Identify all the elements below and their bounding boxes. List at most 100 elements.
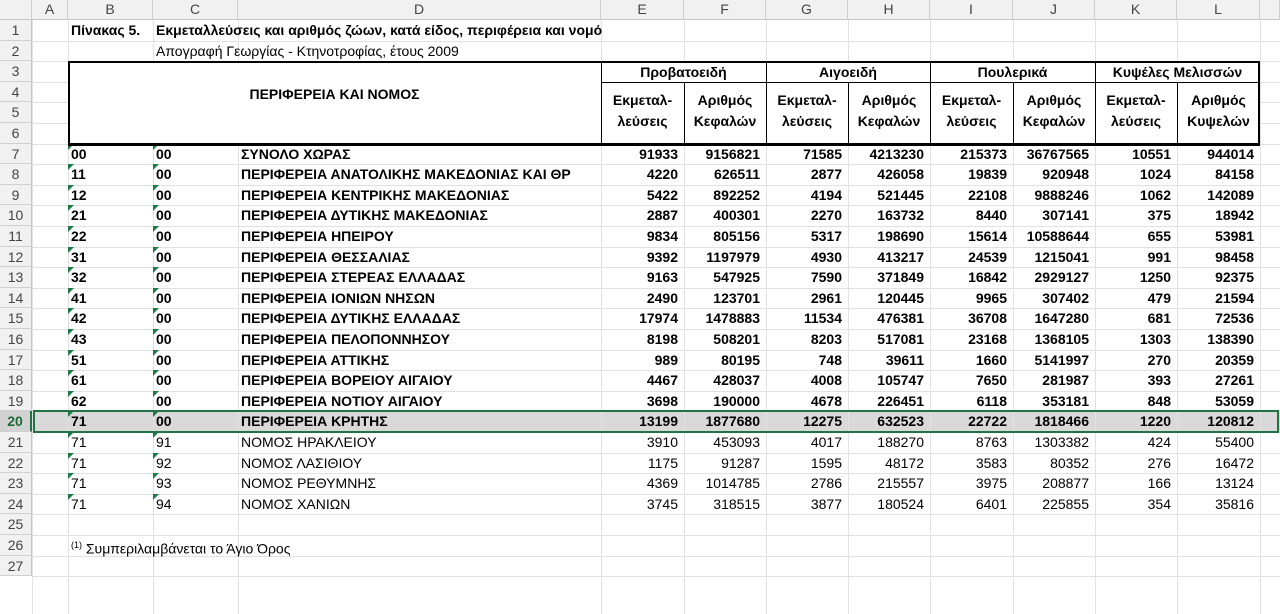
code-prefecture-cell[interactable]: 00: [153, 370, 238, 391]
value-cell[interactable]: 1303382: [1013, 432, 1095, 453]
row-header-4[interactable]: 4: [0, 81, 32, 103]
row-header-19[interactable]: 19: [0, 390, 32, 412]
code-region-cell[interactable]: 61: [68, 370, 153, 391]
code-region-cell[interactable]: 31: [68, 246, 153, 268]
value-cell[interactable]: 9965: [930, 288, 1013, 309]
row-header-2[interactable]: 2: [0, 40, 32, 62]
value-cell[interactable]: 8440: [930, 205, 1013, 226]
region-name-cell[interactable]: ΠΕΡΙΦΕΡΕΙΑ ΗΠΕΙΡΟΥ: [238, 226, 601, 247]
value-cell[interactable]: 1014785: [684, 473, 766, 494]
value-cell[interactable]: 1303: [1095, 329, 1177, 350]
code-region-cell[interactable]: 71: [68, 452, 153, 474]
region-name-cell[interactable]: ΝΟΜΟΣ ΡΕΘΥΜΝΗΣ: [238, 473, 601, 494]
value-cell[interactable]: 24539: [930, 247, 1013, 268]
value-cell[interactable]: 142089: [1177, 185, 1260, 206]
value-cell[interactable]: 375: [1095, 205, 1177, 226]
value-cell[interactable]: 71585: [766, 144, 848, 165]
value-cell[interactable]: 208877: [1013, 473, 1095, 494]
value-cell[interactable]: 80352: [1013, 453, 1095, 474]
region-name-cell[interactable]: ΠΕΡΙΦΕΡΕΙΑ ΝΟΤΙΟΥ ΑΙΓΑΙΟΥ: [238, 391, 601, 412]
region-name-cell[interactable]: ΠΕΡΙΦΕΡΕΙΑ ΔΥΤΙΚΗΣ ΕΛΛΑΔΑΣ: [238, 308, 601, 329]
value-cell[interactable]: 123701: [684, 288, 766, 309]
value-cell[interactable]: 4930: [766, 247, 848, 268]
value-cell[interactable]: 5422: [601, 185, 684, 206]
code-prefecture-cell[interactable]: 00: [153, 205, 238, 226]
column-header-a[interactable]: A: [32, 0, 68, 20]
row-header-22[interactable]: 22: [0, 452, 32, 474]
value-cell[interactable]: 4369: [601, 473, 684, 494]
table-title[interactable]: Εκμεταλλεύσεις και αριθμός ζώων, κατά εί…: [153, 20, 1095, 41]
value-cell[interactable]: 84158: [1177, 164, 1260, 185]
value-cell[interactable]: 9163: [601, 267, 684, 288]
value-cell[interactable]: 848: [1095, 391, 1177, 412]
column-header-b[interactable]: B: [68, 0, 153, 20]
row-header-15[interactable]: 15: [0, 308, 32, 329]
value-cell[interactable]: 27261: [1177, 370, 1260, 391]
value-cell[interactable]: 393: [1095, 370, 1177, 391]
value-cell[interactable]: 1215041: [1013, 247, 1095, 268]
code-region-cell[interactable]: 51: [68, 349, 153, 371]
row-header-16[interactable]: 16: [0, 329, 32, 350]
code-prefecture-cell[interactable]: 00: [153, 308, 238, 329]
value-cell[interactable]: 1368105: [1013, 329, 1095, 350]
value-cell[interactable]: 2270: [766, 205, 848, 226]
value-cell[interactable]: 17974: [601, 308, 684, 329]
spreadsheet-grid[interactable]: A B C D E F G H I J K L 1 2 3 4 5 6 7 8 9 10 11 12 13 14 15 16 17 18 1…: [0, 0, 1280, 614]
code-region-cell[interactable]: 12: [68, 184, 153, 206]
value-cell[interactable]: 4194: [766, 185, 848, 206]
value-cell[interactable]: 371849: [848, 267, 930, 288]
value-cell[interactable]: 1175: [601, 453, 684, 474]
row-header-21[interactable]: 21: [0, 432, 32, 453]
value-cell[interactable]: 4008: [766, 370, 848, 391]
value-cell[interactable]: 3975: [930, 473, 1013, 494]
code-region-cell[interactable]: 00: [68, 143, 153, 165]
footnote[interactable]: (1) Συμπεριλαμβάνεται το Άγιο Όρος: [68, 535, 848, 557]
row-header-14[interactable]: 14: [0, 287, 32, 309]
row-header-12[interactable]: 12: [0, 246, 32, 268]
value-cell[interactable]: 413217: [848, 247, 930, 268]
value-cell[interactable]: 8763: [930, 432, 1013, 453]
value-cell[interactable]: 215373: [930, 144, 1013, 165]
code-prefecture-cell[interactable]: 00: [153, 184, 238, 206]
value-cell[interactable]: 655: [1095, 226, 1177, 247]
value-cell[interactable]: 72536: [1177, 308, 1260, 329]
value-cell[interactable]: 10588644: [1013, 226, 1095, 247]
value-cell[interactable]: 1660: [930, 350, 1013, 371]
code-prefecture-cell[interactable]: 92: [153, 452, 238, 474]
value-cell[interactable]: 21594: [1177, 288, 1260, 309]
region-name-cell[interactable]: ΝΟΜΟΣ ΗΡΑΚΛΕΙΟΥ: [238, 432, 601, 453]
code-prefecture-cell[interactable]: 00: [153, 329, 238, 350]
code-region-cell[interactable]: 21: [68, 205, 153, 226]
value-cell[interactable]: 16472: [1177, 453, 1260, 474]
row-header-1[interactable]: 1: [0, 20, 32, 41]
code-prefecture-cell[interactable]: 00: [153, 267, 238, 288]
row-header-9[interactable]: 9: [0, 184, 32, 206]
value-cell[interactable]: 22108: [930, 185, 1013, 206]
value-cell[interactable]: 547925: [684, 267, 766, 288]
value-cell[interactable]: 2490: [601, 288, 684, 309]
column-header-h[interactable]: H: [848, 0, 930, 20]
column-header-i[interactable]: I: [930, 0, 1013, 20]
value-cell[interactable]: 1024: [1095, 164, 1177, 185]
value-cell[interactable]: 11534: [766, 308, 848, 329]
value-cell[interactable]: 626511: [684, 164, 766, 185]
value-cell[interactable]: 1595: [766, 453, 848, 474]
region-name-cell[interactable]: ΠΕΡΙΦΕΡΕΙΑ ΠΕΛΟΠΟΝΝΗΣΟΥ: [238, 329, 601, 350]
value-cell[interactable]: 892252: [684, 185, 766, 206]
value-cell[interactable]: 3745: [601, 494, 684, 515]
value-cell[interactable]: 18942: [1177, 205, 1260, 226]
value-cell[interactable]: 989: [601, 350, 684, 371]
code-region-cell[interactable]: 22: [68, 226, 153, 247]
value-cell[interactable]: 991: [1095, 247, 1177, 268]
value-cell[interactable]: 39611: [848, 350, 930, 371]
value-cell[interactable]: 163732: [848, 205, 930, 226]
code-prefecture-cell[interactable]: 91: [153, 432, 238, 453]
value-cell[interactable]: 9392: [601, 247, 684, 268]
code-region-cell[interactable]: 11: [68, 164, 153, 185]
value-cell[interactable]: 9834: [601, 226, 684, 247]
value-cell[interactable]: 307402: [1013, 288, 1095, 309]
row-header-6[interactable]: 6: [0, 123, 32, 144]
value-cell[interactable]: 20359: [1177, 350, 1260, 371]
value-cell[interactable]: 517081: [848, 329, 930, 350]
column-header-g[interactable]: G: [766, 0, 848, 20]
